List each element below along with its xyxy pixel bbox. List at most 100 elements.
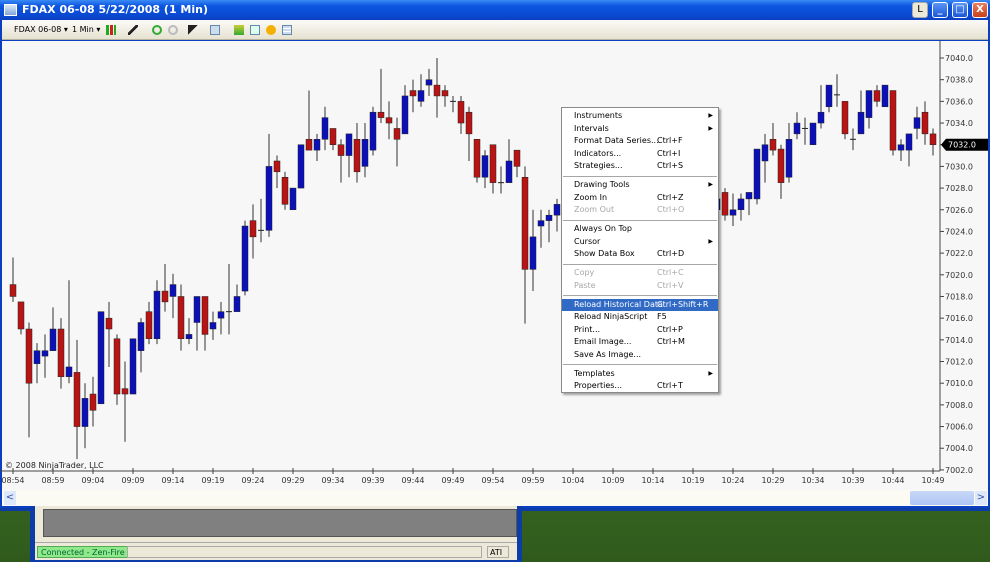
- menu-item-format-data-series[interactable]: Format Data Series... Ctrl+F: [562, 135, 718, 148]
- price-chart[interactable]: 7040.0 7038.0 7036.0 7034.0 7032.0 7030.0 7028…: [0, 41, 988, 490]
- menu-item-properties[interactable]: Properties... Ctrl+T: [562, 380, 718, 393]
- menu-separator: [563, 219, 717, 221]
- candle-down: [489, 144, 497, 183]
- candle-up: [825, 84, 833, 108]
- menu-item-shortcut: Ctrl+P: [657, 324, 683, 334]
- context-menu: Instruments ▶ Intervals ▶ Format Data Series…: [561, 107, 719, 393]
- candle-up: [217, 311, 225, 319]
- menu-item-zoom-in[interactable]: Zoom In Ctrl+Z: [562, 192, 718, 205]
- menu-item-label: Intervals: [574, 123, 609, 133]
- menu-item-shortcut: Ctrl+V: [657, 280, 684, 290]
- candle-up: [545, 214, 553, 221]
- menu-item-label: Zoom Out: [574, 205, 615, 214]
- control-center-panel: [35, 506, 517, 542]
- scroll-right-arrow[interactable]: >: [975, 491, 987, 505]
- menu-item-copy[interactable]: Copy Ctrl+C: [562, 267, 718, 280]
- scroll-left-arrow[interactable]: <: [4, 491, 16, 505]
- candle-down: [73, 372, 81, 427]
- candle-down: [305, 139, 313, 151]
- menu-item-indicators[interactable]: Indicators... Ctrl+I: [562, 148, 718, 161]
- candle-up: [913, 117, 921, 129]
- candle-up: [233, 296, 241, 312]
- menu-item-label: Reload Historical Data: [574, 299, 663, 309]
- menu-item-reload-ninjascript[interactable]: Reload NinjaScript F5: [562, 311, 718, 324]
- candle-up: [153, 290, 161, 340]
- menu-item-zoom-out[interactable]: Zoom Out Ctrl+O: [562, 204, 718, 217]
- price-tick-label: 7020.0: [945, 271, 973, 280]
- candle-up: [81, 398, 89, 427]
- menu-item-shortcut: Ctrl+O: [657, 205, 685, 214]
- candle-down: [873, 90, 881, 102]
- price-tick-label: 7018.0: [945, 292, 973, 301]
- candle-down: [249, 220, 257, 238]
- candle-up: [761, 144, 769, 162]
- candle-down: [929, 133, 937, 145]
- menu-item-paste[interactable]: Paste Ctrl+V: [562, 280, 718, 293]
- candle-up: [537, 220, 545, 227]
- price-tick-label: 7016.0: [945, 314, 973, 323]
- menu-item-drawing-tools[interactable]: Drawing Tools ▶: [562, 179, 718, 192]
- time-tick-label: 09:59: [521, 476, 544, 485]
- menu-item-save-as-image[interactable]: Save As Image...: [562, 349, 718, 362]
- menu-item-shortcut: Ctrl+M: [657, 337, 685, 346]
- candle-up: [297, 144, 305, 189]
- menu-item-reload-historical-data[interactable]: Reload Historical Data Ctrl+Shift+R: [562, 298, 718, 311]
- price-tick-label: 7036.0: [945, 97, 973, 106]
- time-tick-label: 09:44: [401, 476, 424, 485]
- candle-down: [113, 338, 121, 395]
- candle-up: [97, 311, 105, 405]
- time-tick-label: 09:09: [121, 476, 144, 485]
- menu-item-label: Properties...: [574, 381, 623, 390]
- candle-up: [809, 122, 817, 145]
- scroll-thumb[interactable]: [910, 491, 974, 505]
- horizontal-scrollbar[interactable]: < >: [2, 490, 988, 506]
- menu-separator: [563, 175, 717, 177]
- candle-up: [865, 90, 873, 118]
- candle-down: [889, 90, 897, 151]
- menu-item-instruments[interactable]: Instruments ▶: [562, 110, 718, 123]
- candle-up: [345, 133, 353, 156]
- time-tick-label: 09:39: [361, 476, 384, 485]
- menu-item-label: Paste: [574, 280, 596, 290]
- price-tick-label: 7034.0: [945, 119, 973, 128]
- candle-up: [793, 122, 801, 135]
- candle-down: [273, 160, 281, 173]
- menu-item-cursor[interactable]: Cursor ▶: [562, 236, 718, 249]
- candle-up: [41, 350, 49, 357]
- menu-item-shortcut: Ctrl+S: [657, 161, 684, 170]
- candle-up: [737, 198, 745, 211]
- candle-down: [473, 139, 481, 178]
- candle-down: [433, 84, 441, 97]
- menu-item-strategies[interactable]: Strategies... Ctrl+S: [562, 160, 718, 173]
- price-tick-label: 7024.0: [945, 227, 973, 236]
- candle-down: [161, 290, 169, 303]
- candlestick-chart[interactable]: 7040.0 7038.0 7036.0 7034.0 7032.0 7030.0 7028…: [0, 0, 990, 490]
- time-tick-label: 08:59: [41, 476, 64, 485]
- menu-item-email-image[interactable]: Email Image... Ctrl+M: [562, 336, 718, 349]
- menu-item-intervals[interactable]: Intervals ▶: [562, 123, 718, 136]
- time-tick-label: 10:19: [681, 476, 704, 485]
- price-tick-label: 7008.0: [945, 401, 973, 410]
- time-tick-label: 09:24: [241, 476, 264, 485]
- candle-up: [185, 334, 193, 340]
- candle-up: [193, 296, 201, 323]
- chart-window: FDAX 06-08 5/22/2008 (1 Min) L _ □ X FDA…: [0, 0, 990, 511]
- menu-item-print[interactable]: Print... Ctrl+P: [562, 324, 718, 337]
- candle-up: [129, 338, 137, 395]
- candle-up: [481, 155, 489, 178]
- menu-item-templates[interactable]: Templates ▶: [562, 368, 718, 381]
- menu-item-always-on-top[interactable]: Always On Top: [562, 223, 718, 236]
- candle-up: [169, 284, 177, 297]
- status-bar: Connected - Zen-Fire ATI: [35, 542, 517, 560]
- candle-down: [777, 148, 785, 183]
- menu-item-label: Zoom In: [574, 192, 608, 202]
- menu-item-label: Templates: [574, 368, 615, 378]
- candle-down: [393, 128, 401, 140]
- candle-up: [529, 236, 537, 270]
- time-tick-label: 10:44: [881, 476, 904, 485]
- candle-up: [33, 350, 41, 364]
- menu-item-show-data-box[interactable]: Show Data Box Ctrl+D: [562, 248, 718, 261]
- time-tick-label: 09:04: [81, 476, 104, 485]
- price-tick-label: 7026.0: [945, 206, 973, 215]
- menu-item-shortcut: Ctrl+F: [657, 136, 683, 145]
